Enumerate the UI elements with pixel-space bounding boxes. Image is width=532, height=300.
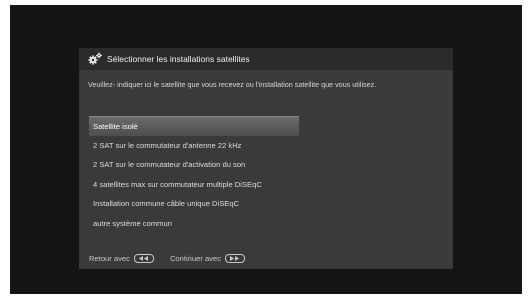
satellite-setup-dialog: Sélectionner les installations satellite… [79, 48, 453, 269]
dialog-title: Sélectionner les installations satellite… [107, 54, 250, 64]
option-2sat-activation-son[interactable]: 2 SAT sur le commutateur d'activation du… [89, 155, 304, 175]
option-cable-unique-diseqc[interactable]: Installation commune câble unique DiSEqC [89, 194, 304, 214]
option-autre-systeme[interactable]: autre système commun [89, 214, 304, 234]
back-hint[interactable]: Retour avec [89, 254, 154, 263]
forward-button-icon [225, 254, 246, 263]
option-satellite-isole[interactable]: Satellite isolé [89, 116, 299, 136]
back-label: Retour avec [89, 254, 130, 263]
option-2sat-22khz[interactable]: 2 SAT sur le commutateur d'antenne 22 kH… [89, 136, 304, 156]
settings-gears-icon [88, 52, 102, 65]
tv-screen: Sélectionner les installations satellite… [10, 5, 522, 294]
option-4sat-diseqc[interactable]: 4 satellites max sur commutateur multipl… [89, 175, 304, 195]
instruction-text: Veuillez- indiquer ici le satellite que … [88, 80, 377, 89]
satellite-options-list: Satellite isolé 2 SAT sur le commutateur… [89, 116, 304, 233]
dialog-footer: Retour avec Continuer avec [79, 248, 453, 269]
continue-hint[interactable]: Continuer avec [169, 254, 246, 263]
rewind-button-icon [133, 254, 154, 263]
continue-label: Continuer avec [169, 254, 222, 263]
dialog-header: Sélectionner les installations satellite… [79, 48, 453, 70]
